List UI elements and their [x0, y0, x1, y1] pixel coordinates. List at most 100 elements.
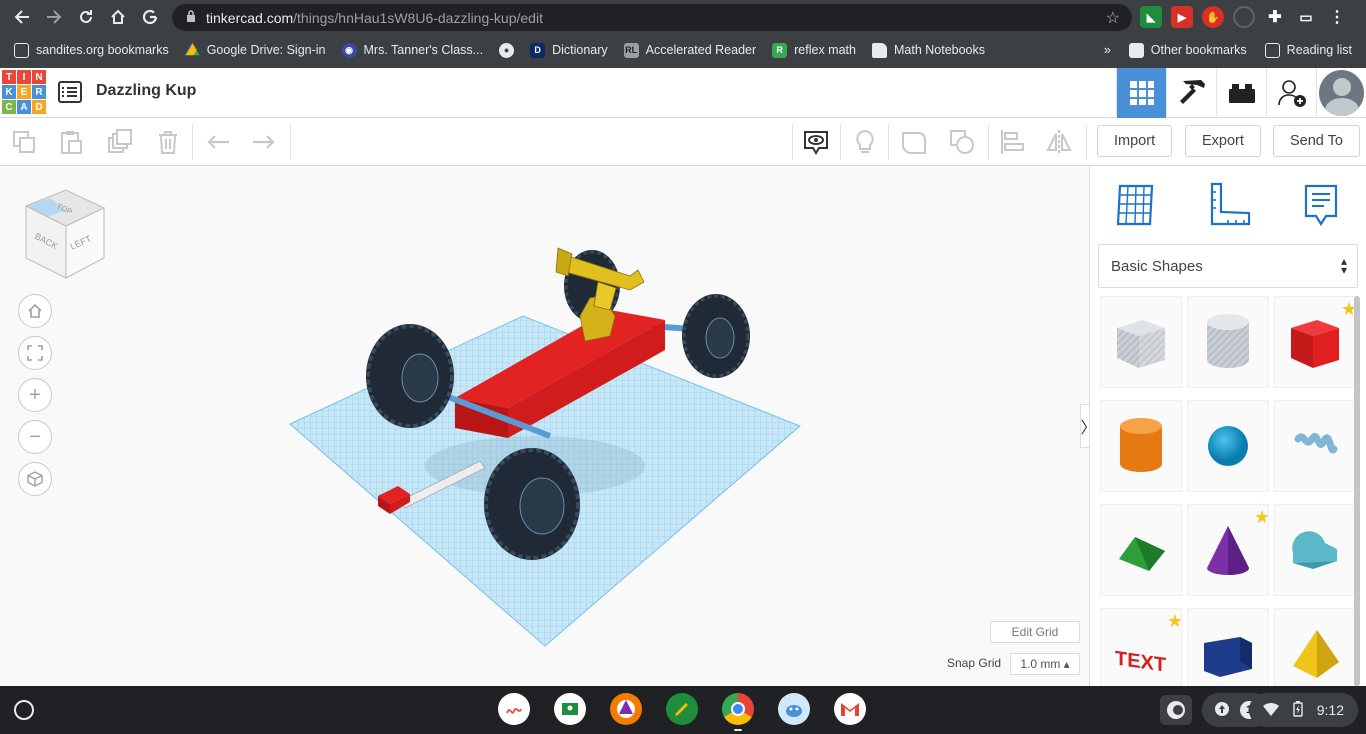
reflex-icon: R [772, 42, 788, 58]
bookmark-item[interactable]: ◉ Mrs. Tanner's Class... [341, 42, 483, 58]
kebab-menu-icon[interactable]: ⋮ [1326, 6, 1348, 28]
other-bookmarks[interactable]: Other bookmarks [1128, 42, 1247, 58]
puzzle-icon[interactable]: ✚ [1264, 6, 1286, 28]
bookmark-item[interactable]: ● [499, 42, 515, 58]
zoom-out-button[interactable]: − [18, 420, 52, 454]
3d-design-view-button[interactable] [1116, 68, 1166, 118]
reading-list[interactable]: Reading list [1264, 42, 1352, 58]
bookmark-item[interactable]: Google Drive: Sign-in [184, 42, 326, 58]
blocks-view-button[interactable] [1166, 68, 1216, 118]
back-right-wheel[interactable] [682, 294, 750, 378]
align-icon[interactable] [998, 128, 1026, 156]
back-arrow-icon[interactable] [6, 2, 38, 32]
group-icon[interactable] [900, 128, 928, 156]
design-title[interactable]: Dazzling Kup [96, 82, 196, 100]
notes-panel-icon[interactable] [1296, 180, 1348, 232]
lightbulb-icon[interactable] [851, 128, 879, 156]
copy-icon[interactable] [10, 128, 38, 156]
gmail-app-icon[interactable] [834, 693, 866, 725]
lock-icon [186, 10, 196, 25]
import-button[interactable]: Import [1097, 125, 1173, 157]
reload-icon[interactable] [70, 2, 102, 32]
shape-box[interactable]: ★ [1274, 296, 1357, 388]
snap-grid-select[interactable]: 1.0 mm ▴ [1010, 653, 1080, 675]
duplicate-icon[interactable] [106, 128, 134, 156]
shape-sphere[interactable] [1187, 400, 1269, 492]
toolbar-separator [1086, 124, 1087, 160]
profile-button[interactable] [1316, 68, 1366, 118]
bricks-view-button[interactable] [1216, 68, 1266, 118]
front-right-wheel[interactable] [484, 448, 580, 560]
bookmark-star-icon[interactable]: ☆ [1106, 8, 1120, 28]
bookmark-item[interactable]: RL Accelerated Reader [623, 42, 756, 58]
mirror-icon[interactable] [1045, 128, 1073, 156]
shape-round-roof[interactable] [1274, 504, 1356, 596]
canvas-app-icon[interactable] [498, 693, 530, 725]
redo-icon[interactable] [250, 128, 278, 156]
screen-capture-thumb[interactable] [1160, 695, 1192, 725]
design-list-icon[interactable] [58, 81, 82, 103]
bookmark-item[interactable]: D Dictionary [530, 42, 608, 58]
view-cube[interactable]: TOP BACK LEFT [22, 188, 106, 280]
perspective-button[interactable] [18, 462, 52, 496]
snap-grid-label: Snap Grid [947, 656, 1002, 670]
dictionary-icon: D [530, 42, 546, 58]
workplane-icon[interactable] [1112, 180, 1164, 232]
pickaxe-icon [1179, 80, 1205, 104]
ungroup-icon[interactable] [948, 128, 976, 156]
circle-ext-icon[interactable] [1233, 6, 1255, 28]
ruler-icon[interactable] [1204, 180, 1256, 232]
bookmark-item[interactable]: Math Notebooks [871, 42, 985, 58]
pencil-app-icon[interactable] [666, 693, 698, 725]
delete-icon[interactable] [154, 128, 182, 156]
shape-box-hole[interactable] [1100, 296, 1182, 388]
shape-roof[interactable] [1100, 504, 1182, 596]
more-bookmarks-chevron[interactable]: » [1104, 43, 1111, 57]
cast-icon[interactable]: ▭ [1295, 6, 1317, 28]
seal-app-icon[interactable] [778, 693, 810, 725]
launcher-icon[interactable] [14, 700, 34, 720]
shape-category-select[interactable]: Basic Shapes ▴ ▾ [1098, 244, 1358, 288]
bookmark-item[interactable]: Rreflex math [772, 42, 856, 58]
send-to-button[interactable]: Send To [1273, 125, 1360, 157]
3d-scene[interactable] [280, 236, 820, 656]
reading-list-icon [1264, 42, 1280, 58]
home-icon[interactable] [102, 2, 134, 32]
notes-icon[interactable] [802, 128, 830, 156]
zoom-in-button[interactable]: + [18, 378, 52, 412]
shape-cone[interactable]: ★ [1187, 504, 1270, 596]
edit-grid-button[interactable]: Edit Grid [990, 621, 1080, 643]
workplane-viewport[interactable]: TOP BACK LEFT + − Edit Grid Snap Grid 1.… [0, 166, 1089, 686]
panel-scrollbar[interactable] [1354, 296, 1360, 686]
undo-icon[interactable] [204, 128, 232, 156]
mosaic-app-icon[interactable] [610, 693, 642, 725]
shapes-grid: ★ ★ ★ TEXT [1100, 296, 1357, 700]
address-bar[interactable]: tinkercad.com /things/hnHau1sW8U6-dazzli… [172, 4, 1132, 31]
status-tray[interactable]: 9:12 [1248, 693, 1358, 727]
shape-scribble[interactable] [1274, 400, 1356, 492]
shape-cylinder-hole[interactable] [1187, 296, 1269, 388]
logo-letter: K [2, 85, 16, 99]
paste-icon[interactable] [57, 128, 85, 156]
fit-view-button[interactable] [18, 336, 52, 370]
export-button[interactable]: Export [1185, 125, 1261, 157]
front-left-wheel[interactable] [366, 324, 454, 428]
home-view-button[interactable] [18, 294, 52, 328]
shape-cylinder[interactable] [1100, 400, 1182, 492]
chrome-app-icon[interactable] [722, 693, 754, 731]
classroom-app-icon[interactable] [554, 693, 586, 725]
pinned-apps [498, 693, 866, 731]
invite-user-button[interactable] [1266, 68, 1316, 118]
forward-arrow-icon[interactable] [38, 2, 70, 32]
clock: 9:12 [1316, 702, 1344, 718]
plus-icon: + [29, 383, 41, 406]
red-ext-icon[interactable]: ▶ [1171, 6, 1193, 28]
favorite-star-icon[interactable]: ★ [1254, 507, 1270, 528]
favorite-star-icon[interactable]: ★ [1167, 611, 1183, 632]
cast-ext-icon[interactable]: ◣ [1140, 6, 1162, 28]
bookmark-item[interactable]: sandites.org bookmarks [14, 42, 169, 58]
shield-ext-icon[interactable]: ✋ [1202, 6, 1224, 28]
folder-icon [1128, 42, 1144, 58]
google-g-icon[interactable] [134, 2, 166, 32]
tinkercad-logo[interactable]: TIN KER CAD [2, 70, 46, 115]
